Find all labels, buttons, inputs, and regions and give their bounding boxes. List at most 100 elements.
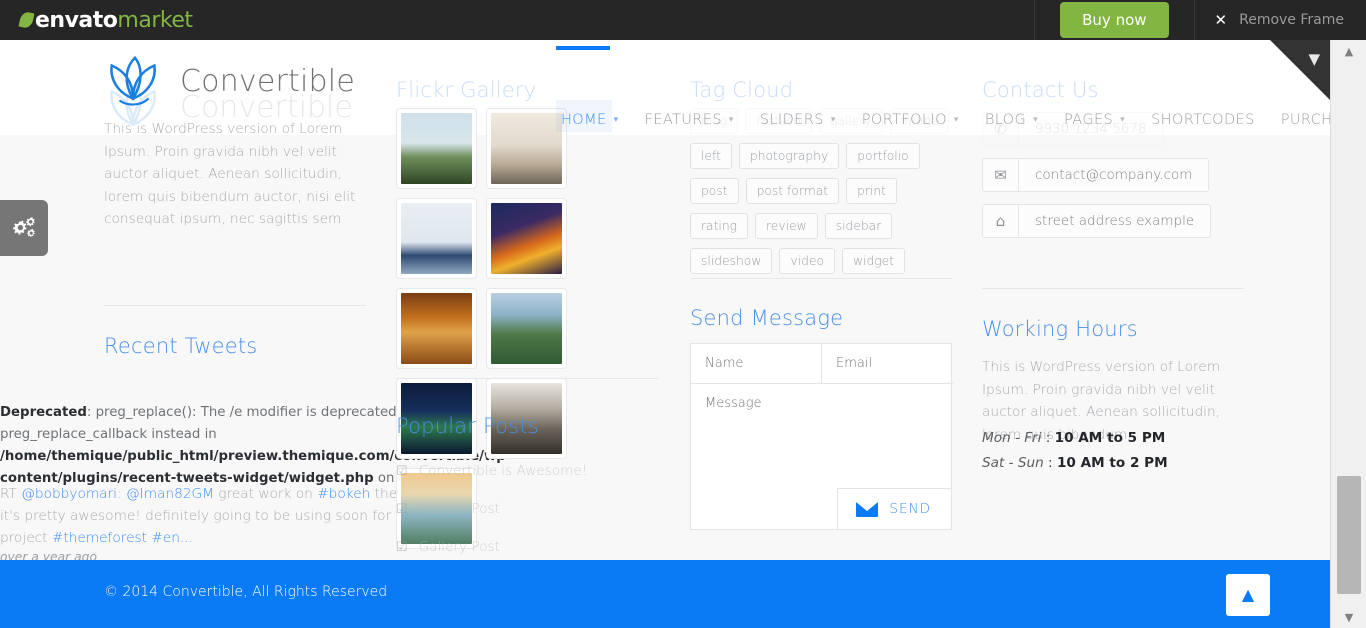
site-logo[interactable]: Convertible: [104, 50, 355, 112]
popular-post-label: Convertible is Awesome!: [418, 463, 588, 479]
envato-leaf-icon: [18, 10, 35, 30]
tag-pill[interactable]: sidebar: [824, 213, 893, 239]
working-hours-row: Mon - Fri : 10 AM to 5 PM: [982, 426, 1244, 451]
divider: [104, 305, 366, 306]
about-description: This is WordPress version of Lorem Ipsum…: [104, 121, 356, 227]
nav-item-label: PURCHASE: [1280, 112, 1330, 128]
nav-item-shortcodes[interactable]: SHORTCODES: [1138, 112, 1268, 128]
green-bay-lookout-image: [491, 293, 562, 364]
active-nav-underline: [556, 46, 610, 50]
nav-item-purchase[interactable]: PURCHASE: [1268, 112, 1330, 128]
envato-market-logo[interactable]: envato market: [18, 7, 193, 33]
tag-pill[interactable]: print: [846, 178, 897, 204]
send-button[interactable]: SEND: [837, 488, 951, 529]
message-textarea[interactable]: [691, 384, 953, 484]
remove-frame-label: Remove Frame: [1239, 12, 1344, 28]
tweet-text: RT @bobbyomari: @Iman82GM great work on …: [0, 483, 440, 549]
page-scrollbar[interactable]: ▲ ▼: [1330, 40, 1366, 628]
nav-item-label: SHORTCODES: [1151, 112, 1255, 128]
tag-pill[interactable]: portfolio: [846, 143, 920, 169]
contact-item-text: contact@company.com: [1035, 167, 1193, 183]
site-footer: © 2014 Convertible, All Rights Reserved …: [0, 560, 1330, 628]
flickr-thumbnail[interactable]: [486, 198, 567, 279]
working-hours-separator: :: [1043, 455, 1057, 471]
site-logo-text: Convertible: [180, 63, 355, 99]
tag-pill[interactable]: left: [690, 143, 732, 169]
contact-item-text: street address example: [1035, 213, 1195, 229]
envato-logo-secondary: market: [117, 7, 193, 33]
tag-cloud: blog fashion gallery image left photography po…: [690, 108, 958, 283]
buy-now-container: Buy now: [1035, 2, 1193, 38]
nav-item-label: HOME: [561, 112, 607, 128]
working-hours-row: Sat - Sun : 10 AM to 2 PM: [982, 451, 1244, 476]
contact-item-envelope[interactable]: ✉ contact@company.com: [982, 158, 1210, 192]
divider: [982, 288, 1244, 289]
frame-collapse-corner[interactable]: ▼: [1270, 40, 1330, 100]
recent-tweets-title: Recent Tweets: [104, 334, 258, 358]
popular-posts-title: Popular Posts: [396, 414, 539, 438]
name-input[interactable]: [691, 344, 822, 384]
tag-pill[interactable]: slideshow: [690, 248, 773, 274]
tweet-text-1: great work on: [213, 486, 318, 502]
nav-item-label: PORTFOLIO: [861, 112, 947, 128]
tweet-hashtag-themeforest[interactable]: #themeforest: [52, 530, 147, 546]
back-to-top-button[interactable]: ▲: [1226, 574, 1270, 616]
nav-item-portfolio[interactable]: PORTFOLIO ▾: [849, 112, 972, 128]
buy-now-button[interactable]: Buy now: [1060, 2, 1169, 38]
contact-form: SEND: [690, 343, 953, 530]
remove-frame-button[interactable]: ✕ Remove Frame: [1195, 11, 1366, 29]
flickr-thumbnail[interactable]: [396, 198, 477, 279]
copyright-text: © 2014 Convertible, All Rights Reserved: [104, 584, 388, 600]
popular-post-label: Review Post: [418, 501, 500, 517]
chevron-down-icon: ▾: [1033, 115, 1039, 125]
tweet-sep: :: [117, 486, 126, 502]
nav-item-label: PAGES: [1064, 112, 1114, 128]
scrollbar-up-arrow[interactable]: ▲: [1331, 40, 1366, 62]
email-input[interactable]: [822, 344, 953, 384]
flickr-thumbnail[interactable]: [396, 108, 477, 189]
nav-item-home[interactable]: HOME ▾: [548, 112, 632, 128]
tweet-user-2[interactable]: @Iman82GM: [126, 486, 214, 502]
send-button-label: SEND: [889, 501, 931, 517]
checkbox-icon: ☑: [396, 501, 408, 517]
lotus-logo-icon: [110, 55, 156, 106]
tag-pill[interactable]: widget: [842, 248, 906, 274]
popular-post-item[interactable]: ☑ Review Post: [396, 490, 658, 528]
tag-pill[interactable]: post: [690, 178, 739, 204]
working-hours-separator: :: [1041, 430, 1055, 446]
seashore-horizon-image: [401, 203, 472, 274]
scrollbar-down-arrow[interactable]: ▼: [1331, 606, 1366, 628]
popular-post-item[interactable]: ☑ Convertible is Awesome!: [396, 452, 658, 490]
theme-options-toggle[interactable]: [0, 200, 48, 256]
flickr-gallery-title: Flickr Gallery: [396, 78, 537, 102]
nav-item-blog[interactable]: BLOG ▾: [972, 112, 1051, 128]
tag-pill[interactable]: review: [755, 213, 818, 239]
scrollbar-thumb[interactable]: [1337, 476, 1361, 594]
envato-logo-primary: envato: [35, 7, 118, 33]
chevron-down-icon: ▾: [728, 115, 734, 125]
tweet-hashtag-truncated[interactable]: #en...: [151, 530, 193, 546]
nav-item-pages[interactable]: PAGES ▾: [1051, 112, 1138, 128]
tag-pill[interactable]: post format: [745, 178, 840, 204]
tag-pill[interactable]: video: [779, 248, 835, 274]
working-hours-time: 10 AM to 5 PM: [1054, 430, 1166, 446]
tweet-user-1[interactable]: @bobbyomari: [21, 486, 117, 502]
working-hours-day: Mon - Fri: [982, 430, 1042, 446]
nav-item-sliders[interactable]: SLIDERS ▾: [747, 112, 849, 128]
contact-item-home[interactable]: ⌂ street address example: [982, 204, 1212, 238]
envato-bar-actions: Buy now ✕ Remove Frame: [1034, 0, 1366, 40]
tag-cloud-title: Tag Cloud: [690, 78, 794, 102]
form-row-name-email: [691, 344, 953, 384]
nav-item-features[interactable]: FEATURES ▾: [632, 112, 747, 128]
tweet-hashtag-bokeh[interactable]: #bokeh: [317, 486, 370, 502]
main-navigation: HOME ▾ FEATURES ▾ SLIDERS ▾ PORTFOLIO ▾ BLOG ▾ PAG…: [548, 112, 1330, 128]
flickr-thumbnail[interactable]: [396, 288, 477, 369]
tag-pill[interactable]: rating: [690, 213, 749, 239]
flickr-thumbnail[interactable]: [486, 288, 567, 369]
working-hours-time: 10 AM to 2 PM: [1056, 455, 1168, 471]
nav-item-label: BLOG: [984, 112, 1027, 128]
chevron-up-icon: ▲: [1241, 585, 1255, 604]
close-x-icon: ✕: [1214, 11, 1228, 29]
tag-pill[interactable]: photography: [738, 143, 840, 169]
night-festival-fire-image: [491, 203, 562, 274]
